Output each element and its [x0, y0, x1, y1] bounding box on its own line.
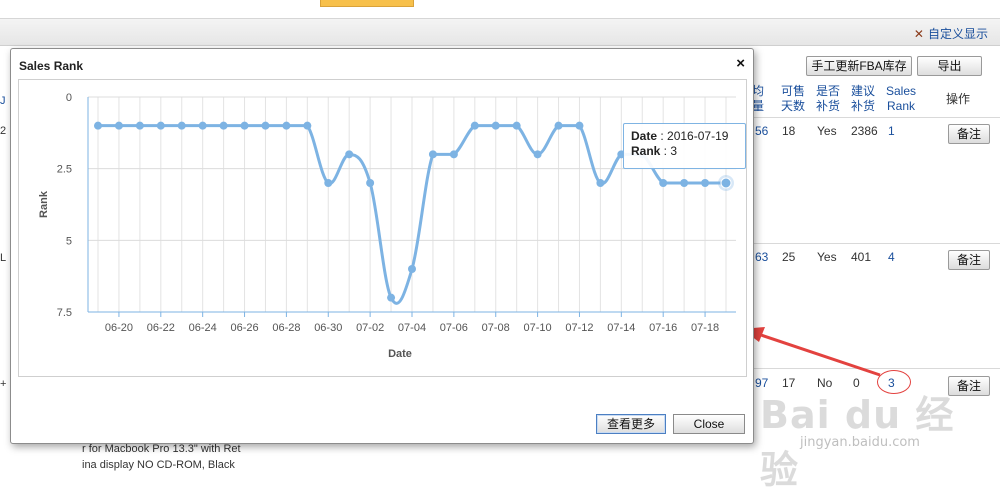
x-tick-label: 07-14 [607, 322, 635, 334]
close-icon[interactable]: × [736, 55, 745, 72]
x-tick-label: 07-18 [691, 322, 719, 334]
data-point [219, 121, 228, 130]
data-point [491, 121, 500, 130]
data-point [366, 179, 375, 187]
x-tick-label: 06-22 [147, 322, 175, 334]
data-point [470, 121, 479, 130]
data-point [345, 150, 354, 159]
y-tick-label: 5 [66, 235, 72, 247]
x-tick-label: 06-26 [230, 322, 258, 334]
sales-rank-dialog: Sales Rank × 0 2.5 5 7.5 06-20 06-22 06-24 06-2… [10, 48, 754, 444]
tooltip-rank-label: Rank [631, 144, 661, 158]
x-tick-label: 06-28 [272, 322, 300, 334]
x-tick-label: 06-30 [314, 322, 342, 334]
data-point [324, 179, 333, 187]
data-point [720, 177, 732, 189]
data-point [303, 121, 312, 130]
y-axis-title: Rank [38, 190, 50, 218]
data-point [387, 293, 396, 302]
x-tick-label: 07-02 [356, 322, 384, 334]
x-tick-label: 07-10 [524, 322, 552, 334]
data-point [177, 121, 186, 130]
tooltip-date-label: Date [631, 129, 658, 143]
data-point [94, 121, 102, 130]
x-tick-label: 06-20 [105, 322, 133, 334]
x-tick-label: 07-08 [482, 322, 510, 334]
y-tick-label: 0 [66, 92, 72, 104]
y-tick-label: 2.5 [57, 164, 72, 176]
data-point [596, 179, 605, 187]
data-point [554, 121, 563, 130]
x-tick-label: 07-06 [440, 322, 468, 334]
data-point [198, 121, 207, 130]
y-tick-label: 7.5 [57, 307, 72, 319]
data-point [408, 265, 416, 273]
data-point [533, 150, 542, 159]
data-point [680, 179, 689, 187]
view-more-button[interactable]: 查看更多 [596, 414, 666, 434]
x-tick-label: 07-12 [565, 322, 593, 334]
data-point [701, 179, 710, 187]
x-axis-title: Date [388, 348, 412, 360]
x-tick-label: 07-16 [649, 322, 677, 334]
data-point [428, 150, 437, 159]
tooltip-date-value: 2016-07-19 [667, 129, 729, 143]
data-point [575, 121, 584, 130]
data-point [261, 121, 270, 130]
close-button[interactable]: Close [673, 414, 745, 434]
data-point [659, 179, 668, 187]
data-point [240, 121, 249, 130]
data-point [114, 121, 123, 130]
tooltip-rank-value: 3 [670, 144, 678, 158]
dialog-title: Sales Rank [19, 59, 84, 73]
data-point [512, 121, 521, 130]
chart-tooltip: Date : 2016-07-19 Rank : 3 [623, 123, 746, 169]
x-tick-label: 06-24 [189, 322, 217, 334]
data-point [135, 121, 144, 130]
x-tick-label: 07-04 [398, 322, 426, 334]
data-point [449, 150, 458, 159]
data-point [282, 121, 291, 130]
data-point [156, 121, 165, 130]
